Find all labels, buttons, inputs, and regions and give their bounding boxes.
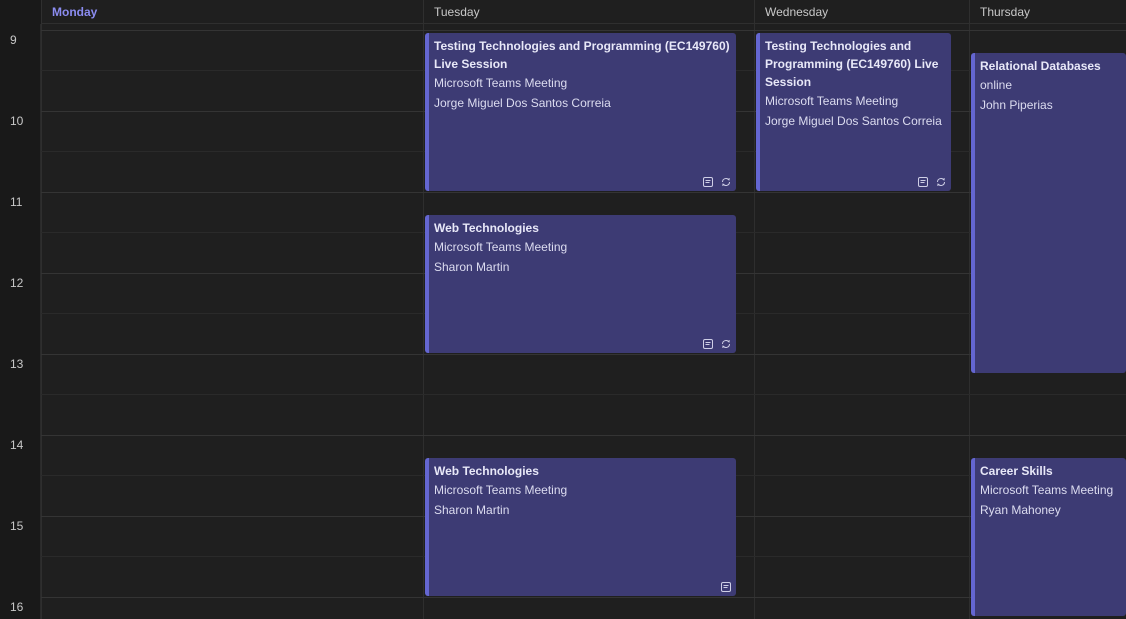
calendar-event[interactable]: Relational Databases online John Piperia… [971, 53, 1126, 373]
hour-label: 14 [10, 438, 24, 452]
hour-label: 13 [10, 357, 24, 371]
event-title: Testing Technologies and Programming (EC… [434, 39, 730, 71]
calendar-event[interactable]: Testing Technologies and Programming (EC… [756, 33, 951, 191]
recurring-icon [935, 176, 947, 188]
hour-label: 10 [10, 114, 24, 128]
notes-icon [702, 176, 714, 188]
event-organizer: Jorge Miguel Dos Santos Correia [434, 96, 611, 110]
event-organizer: Ryan Mahoney [980, 503, 1061, 517]
calendar-event[interactable]: Career Skills Microsoft Teams Meeting Ry… [971, 458, 1126, 616]
event-location: Microsoft Teams Meeting [434, 76, 568, 90]
day-header-tuesday[interactable]: Tuesday [423, 0, 754, 24]
event-title: Career Skills [980, 464, 1053, 478]
day-header-thursday[interactable]: Thursday [969, 0, 1126, 24]
event-location: Microsoft Teams Meeting [980, 483, 1114, 497]
day-header-row: Monday Tuesday Wednesday Thursday [0, 0, 1126, 24]
notes-icon [917, 176, 929, 188]
hour-label: 11 [10, 195, 23, 209]
event-location: online [980, 78, 1013, 92]
event-location: Microsoft Teams Meeting [434, 240, 568, 254]
hour-gridline [41, 435, 1126, 436]
event-title: Testing Technologies and Programming (EC… [765, 39, 939, 89]
day-header-wednesday[interactable]: Wednesday [754, 0, 969, 24]
hour-gridline [41, 192, 1126, 193]
notes-icon [720, 581, 732, 593]
hour-label: 16 [10, 600, 24, 614]
hour-label: 9 [10, 33, 17, 47]
event-location: Microsoft Teams Meeting [765, 94, 899, 108]
calendar-event[interactable]: Testing Technologies and Programming (EC… [425, 33, 736, 191]
event-organizer: Jorge Miguel Dos Santos Correia [765, 114, 942, 128]
event-organizer: Sharon Martin [434, 503, 510, 517]
half-hour-gridline [41, 394, 1126, 395]
hour-gridline [41, 597, 1126, 598]
hour-label: 12 [10, 276, 24, 290]
header-gutter [0, 0, 41, 24]
hour-label: 15 [10, 519, 24, 533]
event-organizer: John Piperias [980, 98, 1053, 112]
hour-gridline [41, 30, 1126, 31]
event-title: Web Technologies [434, 464, 539, 478]
event-organizer: Sharon Martin [434, 260, 510, 274]
recurring-icon [720, 176, 732, 188]
event-title: Web Technologies [434, 221, 539, 235]
event-title: Relational Databases [980, 59, 1101, 73]
recurring-icon [720, 338, 732, 350]
day-header-monday[interactable]: Monday [41, 0, 423, 24]
hour-gridline [41, 354, 1126, 355]
day-column-monday[interactable] [41, 24, 423, 619]
notes-icon [702, 338, 714, 350]
event-location: Microsoft Teams Meeting [434, 483, 568, 497]
calendar-event[interactable]: Web Technologies Microsoft Teams Meeting… [425, 215, 736, 353]
calendar-event[interactable]: Web Technologies Microsoft Teams Meeting… [425, 458, 736, 596]
